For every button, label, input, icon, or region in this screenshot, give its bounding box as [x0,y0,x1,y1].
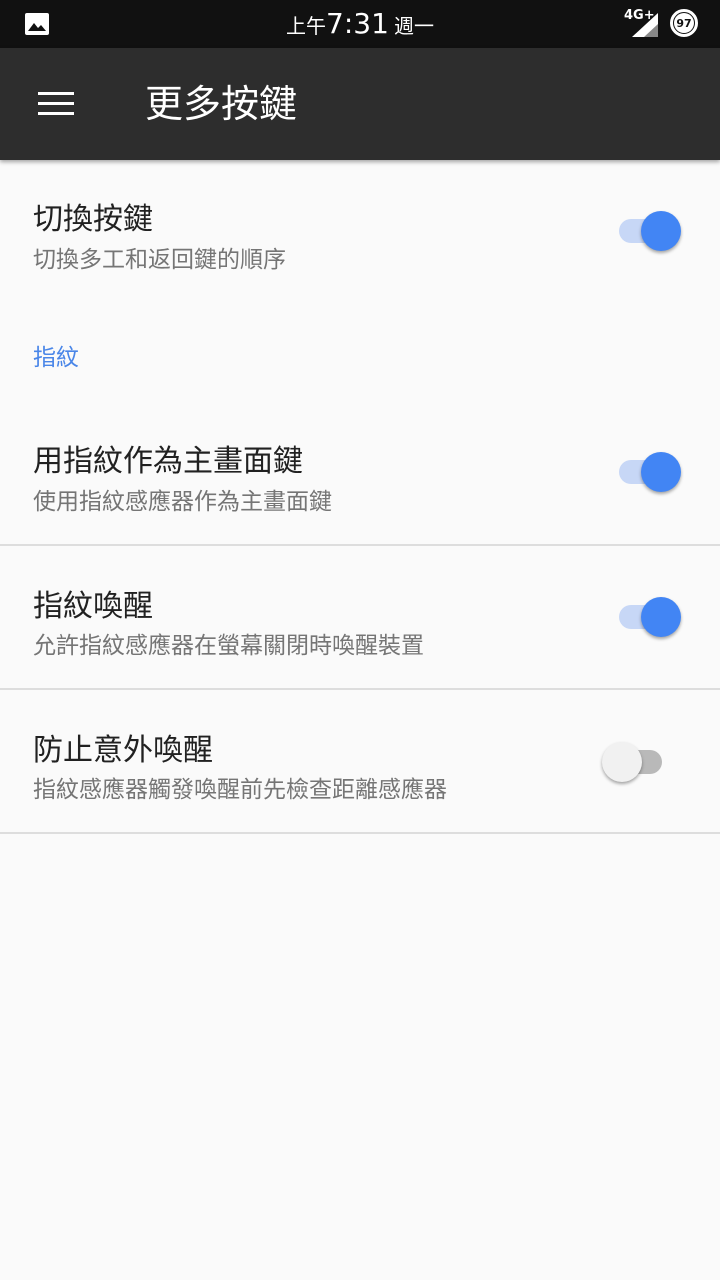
status-bar: 上午7:31 週一 4G+ 97 [0,0,720,48]
setting-summary: 指紋感應器觸發喚醒前先檢查距離感應器 [33,777,447,803]
prevent-wake-switch[interactable] [602,742,666,782]
setting-fingerprint-home[interactable]: 用指紋作為主畫面鍵 使用指紋感應器作為主畫面鍵 [0,400,720,544]
setting-title: 用指紋作為主畫面鍵 [33,444,303,479]
app-bar [0,48,720,160]
status-time: 7:31 [326,7,389,40]
setting-title: 切換按鍵 [33,202,153,237]
section-header-fingerprint: 指紋 [33,345,79,371]
setting-prevent-accidental-wake[interactable]: 防止意外喚醒 指紋感應器觸發喚醒前先檢查距離感應器 [0,690,720,832]
signal-icon [632,13,658,37]
battery-icon: 97 [670,9,698,37]
swap-keys-switch[interactable] [617,211,681,251]
setting-summary: 允許指紋感應器在螢幕關閉時喚醒裝置 [33,633,424,659]
divider [0,832,720,834]
battery-level: 97 [674,13,694,33]
setting-title: 防止意外喚醒 [33,733,213,768]
setting-fingerprint-wake[interactable]: 指紋喚醒 允許指紋感應器在螢幕關閉時喚醒裝置 [0,546,720,688]
status-weekday: 週一 [393,14,434,38]
status-clock: 上午7:31 週一 [0,0,720,48]
status-ampm: 上午 [286,14,326,38]
setting-swap-keys[interactable]: 切換按鍵 切換多工和返回鍵的順序 [0,160,720,300]
setting-summary: 使用指紋感應器作為主畫面鍵 [33,489,332,515]
setting-summary: 切換多工和返回鍵的順序 [33,247,286,273]
page-title: 更多按鍵 [145,82,298,126]
fingerprint-home-switch[interactable] [617,452,681,492]
setting-title: 指紋喚醒 [33,589,153,624]
fingerprint-wake-switch[interactable] [617,597,681,637]
menu-icon[interactable] [38,92,74,116]
